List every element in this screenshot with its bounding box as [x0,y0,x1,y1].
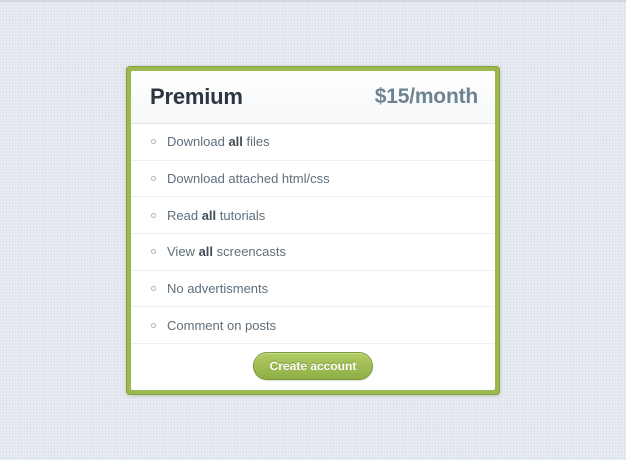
circle-bullet-icon [151,322,156,328]
feature-text: View all screencasts [167,244,287,260]
feature-item: Comment on posts [131,307,495,345]
create-account-button[interactable]: Create account [253,352,373,380]
pricing-card: Premium $15/month Download all files Dow… [126,66,500,395]
circle-bullet-icon [151,249,156,255]
feature-item: Download all files [131,124,495,161]
circle-bullet-icon [151,212,156,218]
feature-item: Download attached html/css [131,161,495,198]
feature-item: No advertisments [131,271,495,308]
feature-item: View all screencasts [131,234,495,271]
feature-text: No advertisments [167,281,269,297]
plan-name: Premium [150,84,243,109]
top-divider [0,0,626,2]
feature-text: Download all files [167,134,270,150]
feature-text: Read all tutorials [167,207,266,223]
feature-item: Read all tutorials [131,197,495,235]
circle-bullet-icon [151,286,156,292]
circle-bullet-icon [151,139,156,145]
feature-text: Download attached html/css [167,171,330,187]
pricing-card-body: Premium $15/month Download all files Dow… [131,71,495,390]
feature-text: Comment on posts [167,317,277,333]
circle-bullet-icon [151,176,156,182]
card-header: Premium $15/month [131,71,495,124]
feature-list: Download all files Download attached htm… [131,124,495,345]
plan-price: $15/month [374,85,478,108]
card-footer: Create account [131,344,495,390]
